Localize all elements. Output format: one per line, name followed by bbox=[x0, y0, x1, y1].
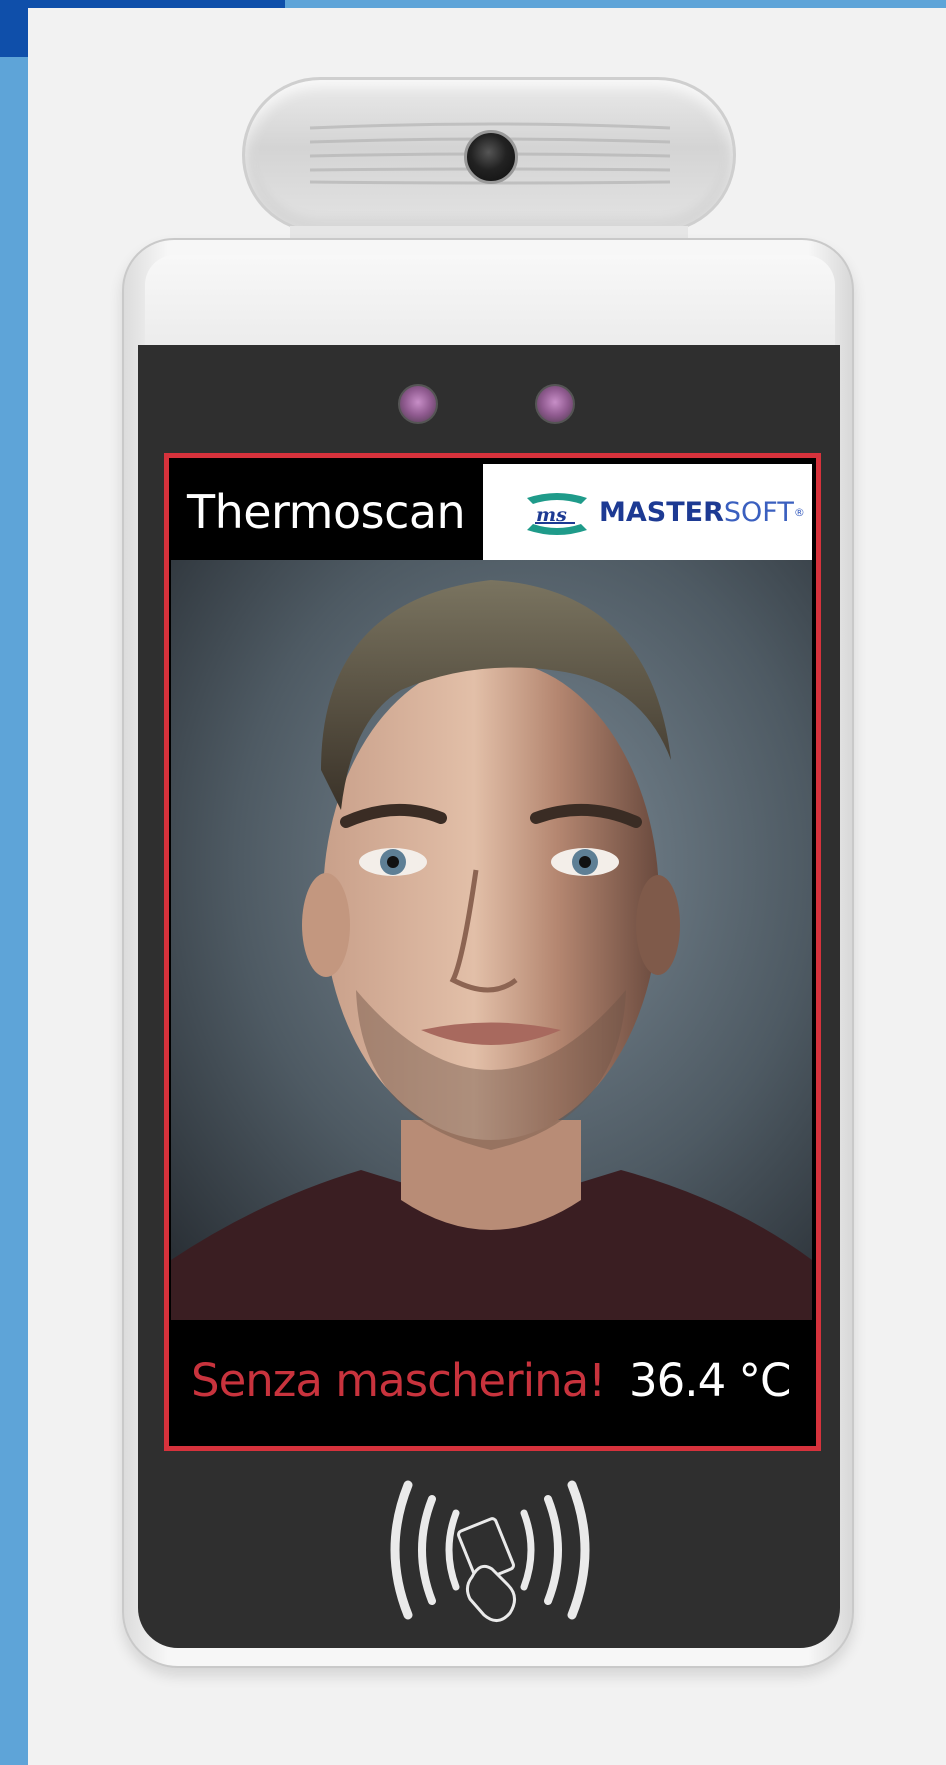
brand-registered-mark: ® bbox=[793, 506, 805, 519]
brand-name-bold: MASTER bbox=[599, 497, 724, 528]
mastersoft-logo-icon: ms bbox=[527, 493, 587, 535]
infrared-sensor-left-icon bbox=[398, 384, 438, 424]
brand-logo: ms MASTERSOFT® bbox=[483, 464, 812, 560]
infrared-sensor-right-icon bbox=[535, 384, 575, 424]
scan-status-row: Senza mascherina! 36.4 °C bbox=[171, 1320, 812, 1446]
face-camera-feed bbox=[171, 560, 812, 1320]
app-title: Thermoscan bbox=[171, 464, 483, 560]
brand-name-light: SOFT bbox=[723, 497, 794, 528]
brand-name: MASTERSOFT® bbox=[599, 498, 805, 528]
screen-header: Thermoscan ms MASTERSOFT® bbox=[171, 464, 812, 560]
camera-lens-icon bbox=[464, 130, 518, 184]
device-screen: Thermoscan ms MASTERSOFT® Senza mascheri… bbox=[164, 453, 821, 1451]
thermoscan-device: Thermoscan ms MASTERSOFT® Senza mascheri… bbox=[0, 0, 946, 1765]
contactless-card-icon bbox=[390, 1480, 590, 1622]
camera-module bbox=[242, 77, 736, 233]
mask-warning-text: Senza mascherina! bbox=[191, 1354, 606, 1407]
device-top-panel bbox=[145, 255, 835, 345]
temperature-reading: 36.4 °C bbox=[629, 1354, 791, 1407]
